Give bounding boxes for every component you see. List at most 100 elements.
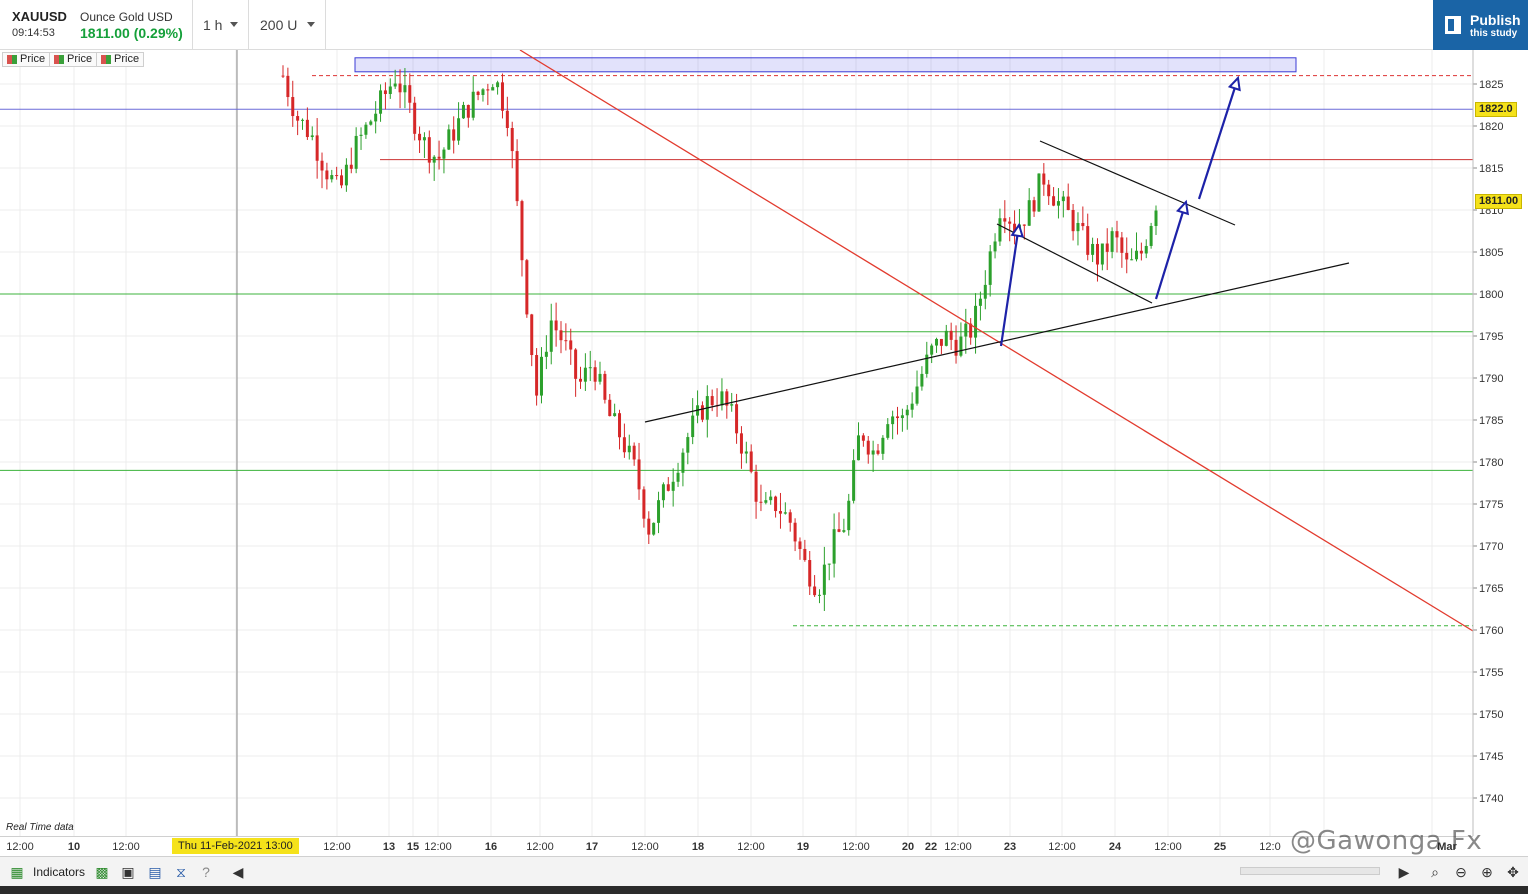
candle-body [301, 119, 305, 121]
bottom-strip [0, 886, 1528, 894]
zoom-in-icon[interactable]: ⊕ [1478, 863, 1496, 881]
candle-body [632, 445, 636, 460]
candle [920, 366, 924, 391]
candle [1100, 243, 1104, 271]
candle-body [735, 404, 739, 434]
candle-body [842, 530, 846, 532]
candle-body [983, 284, 987, 299]
publish-button[interactable]: Publish this study [1433, 0, 1528, 50]
candle [349, 147, 353, 174]
price-tick-label: 1795 [1479, 331, 1503, 343]
candle-body [598, 373, 602, 382]
scroll-right-icon[interactable]: ▶ [1395, 863, 1413, 881]
candle-body [349, 164, 353, 169]
candle [476, 90, 480, 101]
share-icon[interactable]: ⧖ [172, 863, 190, 881]
candle-body [798, 541, 802, 549]
candle [774, 495, 778, 518]
price-change: 1811.00 (0.29%) [80, 25, 183, 41]
legend-item-price[interactable]: Price [2, 52, 51, 67]
candle-body [978, 298, 982, 306]
candle-body [588, 367, 592, 369]
candle-body [837, 529, 841, 532]
indicators-icon[interactable]: ▦ [8, 863, 26, 881]
zoom-fit-icon[interactable]: ⌕ [1426, 863, 1444, 881]
candle [705, 385, 709, 438]
candle [315, 118, 319, 179]
candle-body [1130, 259, 1134, 261]
realtime-label: Real Time data [6, 822, 74, 833]
candle-body [388, 86, 392, 95]
candle [915, 370, 919, 406]
legend-item-price[interactable]: Price [49, 52, 98, 67]
candle-body [466, 104, 470, 118]
chart-type-icon[interactable]: ▩ [93, 863, 111, 881]
candle-body [344, 164, 348, 186]
price-chart[interactable]: 1825182018151810180518001795179017851780… [0, 50, 1528, 836]
candle-body [637, 459, 641, 490]
candle [1115, 220, 1119, 253]
candle-body [1100, 243, 1104, 265]
candle [837, 512, 841, 533]
legend-swatch [101, 55, 111, 64]
candle [710, 389, 714, 412]
projection-arrow [1197, 75, 1241, 200]
symbol-block[interactable]: XAUUSD Ounce Gold USD 09:14:53 1811.00 (… [0, 0, 193, 50]
save-icon[interactable]: ▣ [119, 863, 137, 881]
time-tick-label: 12:00 [112, 841, 140, 853]
candle-body [379, 90, 383, 114]
candle-body [1115, 231, 1119, 238]
candle [359, 127, 363, 150]
indicators-button[interactable]: Indicators [33, 861, 85, 883]
candle-body [403, 85, 407, 93]
legend-item-price[interactable]: Price [96, 52, 145, 67]
candle [305, 107, 309, 140]
candle-body [530, 314, 534, 356]
candle [954, 325, 958, 364]
scroll-left-icon[interactable]: ◀ [229, 863, 247, 881]
candle-body [564, 340, 568, 342]
candle [681, 448, 685, 487]
help-icon[interactable]: ? [197, 863, 215, 881]
candle [486, 83, 490, 106]
candle-body [681, 452, 685, 473]
candle-body [310, 135, 314, 138]
publish-sublabel: this study [1470, 28, 1518, 39]
candle-body [935, 338, 939, 346]
candle [891, 410, 895, 440]
time-tick-label: 15 [406, 841, 420, 853]
time-scrollbar[interactable] [1240, 867, 1380, 875]
candle [1105, 228, 1109, 271]
candle-body [671, 481, 675, 491]
instrument-name: Ounce Gold USD [80, 10, 173, 24]
candle-body [549, 320, 553, 352]
candle-body [764, 500, 768, 503]
layout-icon[interactable]: ▤ [146, 863, 164, 881]
symbol-ticker: XAUUSD [12, 9, 67, 24]
candle-body [1042, 173, 1046, 185]
range-dropdown[interactable]: 200 U [250, 0, 326, 50]
interval-dropdown[interactable]: 1 h [193, 0, 249, 50]
candle-body [939, 338, 943, 346]
arrow-shaft [1154, 201, 1188, 300]
candle-body [486, 89, 490, 91]
candle [481, 88, 485, 102]
price-tick-label: 1745 [1479, 751, 1503, 763]
pan-icon[interactable]: ✥ [1504, 863, 1522, 881]
candle [886, 418, 890, 440]
candle-body [335, 175, 339, 177]
candle [525, 258, 529, 318]
zoom-out-icon[interactable]: ⊖ [1452, 863, 1470, 881]
candle-body [1027, 200, 1031, 226]
candle [491, 84, 495, 91]
candle-body [574, 349, 578, 379]
candle [452, 116, 456, 154]
candle-body [847, 500, 851, 531]
candle [939, 338, 943, 355]
candle-body [432, 156, 436, 163]
price-tick-label: 1775 [1479, 499, 1503, 511]
range-value: 200 U [260, 17, 298, 33]
candle-body [1139, 250, 1143, 254]
candle [1066, 183, 1070, 211]
hline-price-tag: 1822.0 [1475, 102, 1517, 117]
